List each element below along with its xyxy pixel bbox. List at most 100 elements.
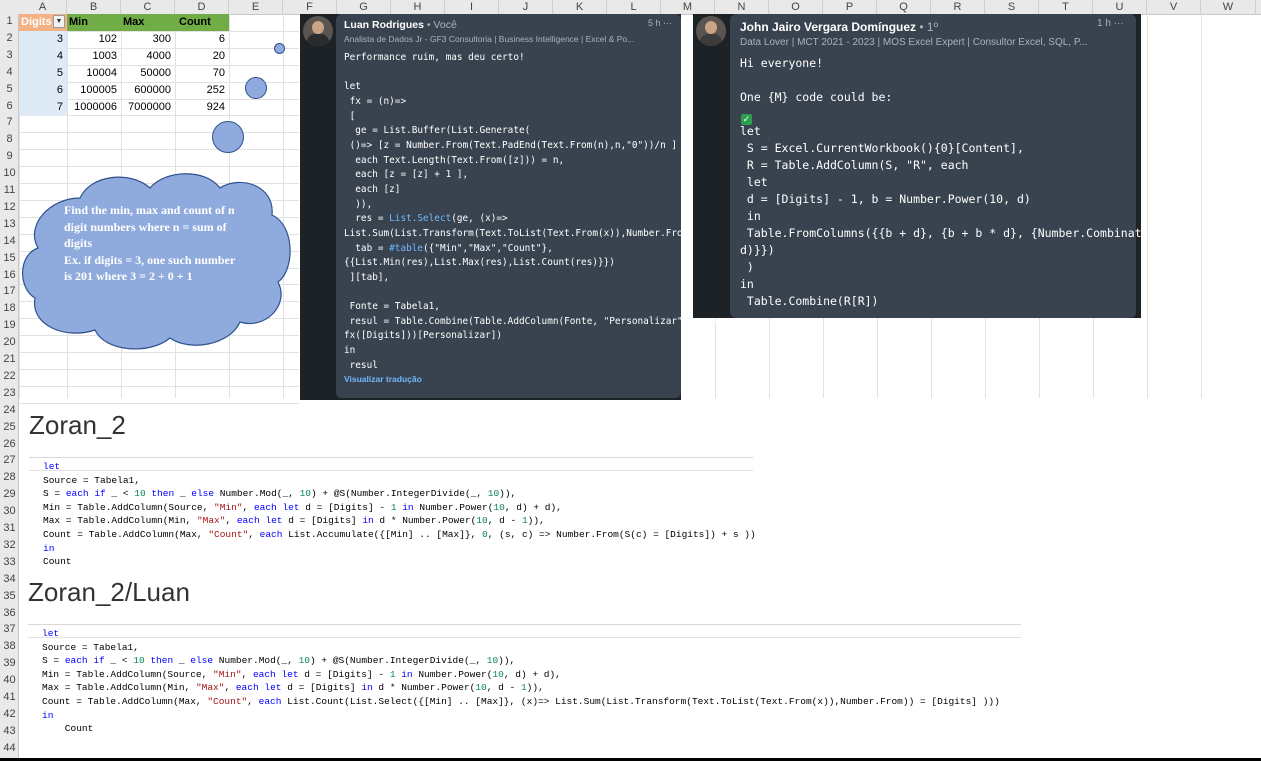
row-header[interactable]: 26 [0,438,19,450]
row-header[interactable]: 42 [0,708,19,720]
column-header[interactable]: O [769,0,823,14]
table-header-min[interactable]: Min [67,14,121,31]
table-cell[interactable]: 50000 [121,65,175,82]
row-header[interactable]: 38 [0,640,19,652]
table-cell[interactable]: 924 [175,99,229,116]
column-header[interactable]: S [985,0,1039,14]
more-options-icon[interactable]: ··· [663,18,672,28]
column-header[interactable]: P [823,0,877,14]
filter-dropdown-icon[interactable]: ▼ [53,15,65,28]
row-header[interactable]: 28 [0,471,19,483]
column-header[interactable]: Q [877,0,931,14]
column-header[interactable]: C [121,0,175,14]
column-header[interactable]: N [715,0,769,14]
row-header[interactable]: 43 [0,725,19,737]
author-name[interactable]: John Jairo Vergara Domínguez • 1º [740,20,938,34]
row-header[interactable]: 34 [0,573,19,585]
table-cell[interactable]: 5 [19,64,67,82]
table-header-count[interactable]: Count [175,14,229,31]
row-header[interactable]: 37 [0,623,19,635]
column-header[interactable]: B [67,0,121,14]
row-header[interactable]: 24 [0,404,19,416]
row-header[interactable]: 39 [0,657,19,669]
column-header[interactable]: D [175,0,229,14]
table-cell[interactable]: 20 [175,48,229,65]
column-header[interactable]: I [445,0,499,14]
row-header[interactable]: 14 [0,235,19,247]
translate-link[interactable]: Visualizar tradução [344,374,422,384]
avatar[interactable] [696,16,726,46]
column-header[interactable]: V [1147,0,1201,14]
table-cell[interactable]: 70 [175,65,229,82]
table-cell[interactable]: 100005 [67,82,121,99]
comment-intro: Hi everyone! One {M} code could be: [740,56,893,104]
row-header[interactable]: 44 [0,742,19,754]
row-header[interactable]: 21 [0,353,19,365]
column-header[interactable]: W [1201,0,1256,14]
table-cell[interactable]: 3 [19,30,67,48]
row-header[interactable]: 23 [0,387,19,399]
row-header[interactable]: 30 [0,505,19,517]
table-cell[interactable]: 1000006 [67,99,121,116]
row-header[interactable]: 13 [0,218,19,230]
column-header[interactable]: G [337,0,391,14]
row-header[interactable]: 9 [0,150,19,162]
table-cell[interactable]: 4000 [121,48,175,65]
row-header[interactable]: 22 [0,370,19,382]
row-header[interactable]: 5 [0,83,19,95]
row-header[interactable]: 18 [0,302,19,314]
row-header[interactable]: 33 [0,556,19,568]
row-header[interactable]: 8 [0,133,19,145]
avatar[interactable] [303,16,333,46]
column-header[interactable]: A [19,0,67,14]
row-header[interactable]: 40 [0,674,19,686]
row-header[interactable]: 12 [0,201,19,213]
table-cell[interactable]: 6 [175,31,229,48]
row-header[interactable]: 17 [0,285,19,297]
table-cell[interactable]: 252 [175,82,229,99]
table-cell[interactable]: 600000 [121,82,175,99]
row-header[interactable]: 27 [0,454,19,466]
table-cell[interactable]: 10004 [67,65,121,82]
spreadsheet: ABCDEFGHIJKLMNOPQRSTUVW 1 2 3 4 5 6 7 8 9 10 11 12 1… [0,0,1261,758]
row-header[interactable]: 15 [0,252,19,264]
more-options-icon[interactable]: ··· [1114,18,1124,29]
table-cell[interactable]: 7 [19,98,67,116]
table-cell[interactable]: 300 [121,31,175,48]
row-header[interactable]: 16 [0,269,19,281]
row-header[interactable]: 4 [0,66,19,78]
column-header[interactable]: E [229,0,283,14]
row-header[interactable]: 35 [0,590,19,602]
row-header[interactable]: 2 [0,32,19,44]
column-header[interactable]: U [1093,0,1147,14]
row-header[interactable]: 11 [0,184,19,196]
row-header[interactable]: 32 [0,539,19,551]
column-header[interactable]: J [499,0,553,14]
column-header[interactable]: M [661,0,715,14]
row-header[interactable]: 31 [0,522,19,534]
table-cell[interactable]: 6 [19,81,67,99]
row-header[interactable]: 10 [0,167,19,179]
table-cell[interactable]: 4 [19,47,67,65]
author-name[interactable]: Luan Rodrigues • Você [344,19,457,31]
column-header[interactable]: F [283,0,337,14]
column-header[interactable]: T [1039,0,1093,14]
row-header[interactable]: 36 [0,607,19,619]
row-header[interactable]: 41 [0,691,19,703]
column-header[interactable]: H [391,0,445,14]
row-header[interactable]: 3 [0,49,19,61]
column-header[interactable]: K [553,0,607,14]
table-cell[interactable]: 7000000 [121,99,175,116]
row-header[interactable]: 7 [0,116,19,128]
row-header[interactable]: 20 [0,336,19,348]
row-header[interactable]: 25 [0,421,19,433]
row-header[interactable]: 29 [0,488,19,500]
row-header[interactable]: 1 [0,15,19,27]
table-cell[interactable]: 1003 [67,48,121,65]
column-header[interactable]: R [931,0,985,14]
row-header[interactable]: 6 [0,100,19,112]
table-cell[interactable]: 102 [67,31,121,48]
row-header[interactable]: 19 [0,319,19,331]
table-header-max[interactable]: Max [121,14,175,31]
column-header[interactable]: L [607,0,661,14]
